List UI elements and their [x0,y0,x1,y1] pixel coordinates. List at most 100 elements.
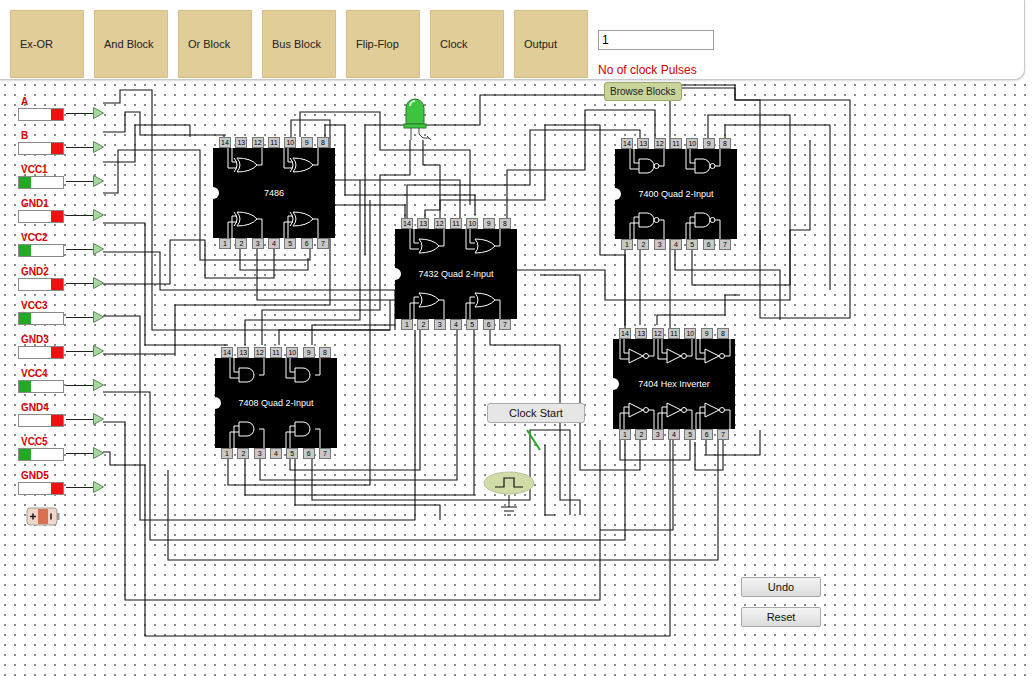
pin[interactable]: 10 [466,218,478,229]
toggle-switch[interactable] [18,210,64,223]
pin[interactable]: 3 [652,429,664,440]
pin[interactable]: 7 [319,448,331,459]
pin[interactable]: 5 [286,448,298,459]
wire[interactable] [103,250,625,540]
pin[interactable]: 11 [268,137,280,148]
browse-blocks-button[interactable]: Browse Blocks [604,82,682,101]
toggle-switch[interactable] [18,244,64,257]
wire[interactable] [545,445,555,515]
pin[interactable]: 3 [252,238,264,249]
pin[interactable]: 8 [717,328,729,339]
toggle-switch[interactable] [18,176,64,189]
pin[interactable]: 13 [635,328,647,339]
wire[interactable] [620,440,690,460]
toggle-switch[interactable] [18,142,64,155]
pin[interactable]: 2 [635,429,647,440]
circuit-canvas[interactable]: ABVCC1GND1VCC2GND2VCC3GND3VCC4GND4VCC5GN… [0,80,1034,676]
toggle-switch[interactable] [18,346,64,359]
toggle-switch[interactable] [18,380,64,393]
pin[interactable]: 3 [254,448,266,459]
ic-chip[interactable]: 1413121110987408 Quad 2-Input1234567 [215,347,337,459]
wire[interactable] [103,252,395,330]
pin[interactable]: 5 [284,238,296,249]
action-button[interactable]: Undo [741,577,821,597]
pin[interactable]: 7 [717,429,729,440]
wire[interactable] [312,325,395,345]
wire[interactable] [312,430,570,515]
pin[interactable]: 10 [286,347,298,358]
pin[interactable]: 9 [301,137,313,148]
pin[interactable]: 7 [499,319,511,330]
pin[interactable]: 14 [621,138,633,149]
pin[interactable]: 5 [684,429,696,440]
toggle-switch[interactable] [18,482,64,495]
wire[interactable] [325,125,475,215]
wire[interactable] [600,440,673,530]
clock-start-button[interactable]: Clock Start [487,403,585,423]
pin[interactable]: 9 [703,138,715,149]
wire[interactable] [103,88,760,636]
pin[interactable]: 13 [417,218,429,229]
wire[interactable] [706,430,760,455]
pin[interactable]: 5 [686,239,698,250]
pin[interactable]: 14 [401,218,413,229]
clock-pulses-input[interactable] [598,30,714,50]
ic-chip[interactable]: 1413121110987400 Quad 2-Input1234567 [615,138,737,250]
toggle-switch[interactable] [18,312,64,325]
pin[interactable]: 11 [450,218,462,229]
pin[interactable]: 4 [268,238,280,249]
pin[interactable]: 6 [301,238,313,249]
pin[interactable]: 1 [401,319,413,330]
block-button[interactable]: And Block [94,10,168,78]
pin[interactable]: 13 [235,137,247,148]
wire[interactable] [240,248,308,270]
pin[interactable]: 9 [701,328,713,339]
toggle-switch[interactable] [18,278,64,291]
pin[interactable]: 2 [417,319,429,330]
pin[interactable]: 12 [254,347,266,358]
wire[interactable] [365,85,850,318]
pin[interactable]: 9 [483,218,495,229]
ic-chip[interactable]: 14131211109874861234567 [213,137,335,249]
wire[interactable] [295,459,440,520]
pin[interactable]: 8 [317,137,329,148]
pin[interactable]: 2 [237,448,249,459]
pin[interactable]: 11 [670,138,682,149]
pin[interactable]: 7 [719,239,731,250]
toggle-switch[interactable] [18,414,64,427]
pin[interactable]: 6 [303,448,315,459]
block-button[interactable]: Flip-Flop [346,10,420,78]
pin[interactable]: 1 [221,448,233,459]
pin[interactable]: 11 [668,328,680,339]
wire[interactable] [423,140,440,218]
led-icon[interactable] [401,94,435,144]
toggle-switch[interactable] [18,448,64,461]
pin[interactable]: 12 [652,328,664,339]
pin[interactable]: 1 [621,239,633,250]
pin[interactable]: 11 [270,347,282,358]
wire[interactable] [103,422,600,600]
pin[interactable]: 2 [637,239,649,250]
pin[interactable]: 13 [237,347,249,358]
battery-icon[interactable] [26,505,60,527]
pin[interactable]: 12 [654,138,666,149]
wire[interactable] [407,130,640,218]
wire[interactable] [103,240,274,284]
pin[interactable]: 10 [284,137,296,148]
pin[interactable]: 4 [270,448,282,459]
ic-chip[interactable]: 1413121110987404 Hex Inverter1234567 [613,328,735,440]
pin[interactable]: 13 [637,138,649,149]
block-button[interactable]: Ex-OR [10,10,84,78]
pin[interactable]: 1 [619,429,631,440]
wire[interactable] [725,125,830,290]
pin[interactable]: 4 [668,429,680,440]
pin[interactable]: 8 [319,347,331,358]
pin[interactable]: 4 [670,239,682,250]
pin[interactable]: 14 [221,347,233,358]
block-button[interactable]: Bus Block [262,10,336,78]
pin[interactable]: 10 [686,138,698,149]
toggle-switch[interactable] [18,108,64,121]
pin[interactable]: 9 [303,347,315,358]
ic-chip[interactable]: 1413121110987432 Quad 2-Input1234567 [395,218,517,330]
pin[interactable]: 12 [252,137,264,148]
